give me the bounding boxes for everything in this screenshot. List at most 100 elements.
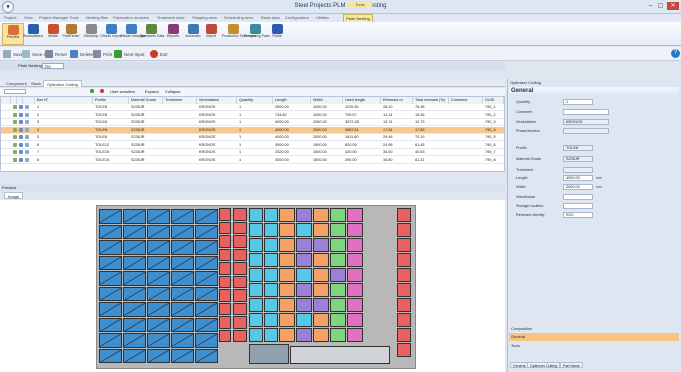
ribbon-button-10[interactable]: Import <box>200 23 222 45</box>
minimize-button[interactable]: – <box>646 2 655 10</box>
column-header[interactable]: Workstation <box>197 97 237 104</box>
ribbon-button-5[interactable]: Offcuts import <box>100 23 122 45</box>
field-input[interactable] <box>563 128 609 134</box>
menu-scheduling-area[interactable]: Scheduling area <box>224 15 253 20</box>
link-icon[interactable] <box>19 157 23 162</box>
collapse-button[interactable]: Collapse <box>165 89 181 94</box>
expand-icon[interactable] <box>25 157 29 162</box>
expand-icon[interactable] <box>25 105 29 109</box>
user-sensitive-button[interactable]: User sensitive <box>110 89 135 94</box>
tab-component[interactable]: Component <box>3 80 30 87</box>
ribbon-button-3[interactable]: PathFinder <box>60 23 82 45</box>
expand-icon[interactable] <box>25 112 29 117</box>
expand-icon[interactable] <box>25 120 29 124</box>
field-input[interactable] <box>563 203 593 209</box>
menu-configuration[interactable]: Configuration <box>285 15 309 20</box>
reset-button[interactable]: Reset <box>45 49 67 59</box>
tab-optimizer-cutting[interactable]: Optimizer Cutting <box>43 80 82 87</box>
remove-icon[interactable] <box>100 89 104 93</box>
ribbon-button-8[interactable]: Reports <box>162 23 184 45</box>
status-icon[interactable] <box>13 112 17 117</box>
column-header[interactable]: Used length <box>343 97 381 104</box>
next-input-button[interactable]: Next Input <box>114 49 145 59</box>
menu-shipping-area[interactable]: Shipping area <box>192 15 217 20</box>
table-row[interactable]: 8 TOLE15 S235JR KRONOS 1 3000.00 1500.00 290.00… <box>1 157 504 164</box>
expand-icon[interactable] <box>25 135 29 139</box>
link-icon[interactable] <box>19 150 23 154</box>
tab-general[interactable]: General <box>510 362 529 368</box>
tab-part-name[interactable]: Part Name <box>560 362 583 368</box>
exit-button[interactable]: Exit <box>150 49 168 59</box>
column-header[interactable]: Profile <box>93 97 129 104</box>
column-header[interactable]: GUID <box>483 97 504 104</box>
column-header[interactable]: Total remnant (%) <box>413 97 449 104</box>
composition-section[interactable]: Composition <box>509 326 679 332</box>
table-row[interactable]: 5 TOLE8 S235JR KRONOS 1 4000.00 2000.00 1611.60… <box>1 134 504 141</box>
column-header[interactable]: Quantity <box>237 97 273 104</box>
link-icon[interactable] <box>19 112 23 117</box>
save-button[interactable]: Save <box>3 49 23 59</box>
status-icon[interactable] <box>13 142 17 147</box>
add-icon[interactable] <box>90 89 94 93</box>
expand-icon[interactable] <box>25 127 29 132</box>
column-header[interactable]: Comment <box>449 97 483 104</box>
field-input[interactable]: 4000.00 <box>563 175 593 181</box>
column-header[interactable]: Treatment <box>163 97 197 104</box>
general-section-bar[interactable]: General <box>509 333 679 341</box>
column-header[interactable] <box>1 97 11 104</box>
expand-icon[interactable] <box>25 142 29 147</box>
menu-utilities[interactable]: Utilities <box>316 15 329 20</box>
field-input[interactable] <box>563 194 593 200</box>
table-row[interactable]: 4 TOLE8 S235JR KRONOS 1 4000.00 2000.00 3987.61… <box>1 126 504 134</box>
ribbon-button-1[interactable]: Workstations <box>22 23 44 45</box>
ribbon-button-13[interactable]: Fiddle <box>266 23 288 45</box>
tab-image[interactable]: Image <box>4 192 24 199</box>
status-icon[interactable] <box>13 157 17 162</box>
status-icon[interactable] <box>13 105 17 109</box>
print-button[interactable]: Print <box>93 49 112 59</box>
link-icon[interactable] <box>19 142 23 147</box>
close-button[interactable]: ✕ <box>667 2 679 10</box>
table-row[interactable]: 7 TOLE15 S235JR KRONOS 1 2320.00 1500.00 320.00… <box>1 149 504 156</box>
help-icon[interactable]: ? <box>671 49 680 58</box>
table-row[interactable]: 6 TOLE12 S235JR KRONOS 1 3000.00 1500.00 820.05… <box>1 142 504 149</box>
status-icon[interactable] <box>13 127 17 132</box>
link-icon[interactable] <box>19 135 23 139</box>
ribbon-button-0[interactable]: Preview <box>2 23 24 45</box>
field-input[interactable]: TOLE8 <box>563 145 593 151</box>
field-input[interactable]: SVC <box>563 212 593 218</box>
menu-project-manager-tools[interactable]: Project Manager Tools <box>39 15 79 20</box>
link-icon[interactable] <box>19 127 23 132</box>
ribbon-button-11[interactable]: Production Time input <box>222 23 256 45</box>
status-icon[interactable] <box>13 135 17 139</box>
ribbon-button-12[interactable]: Remaining Parts <box>244 23 270 45</box>
ribbon-button-4[interactable]: Start/stop <box>80 23 102 45</box>
table-row[interactable]: 2 TOLE8 S235JR KRONOS 1 734.82 2000.00 709.57 14… <box>1 112 504 119</box>
tools-section[interactable]: Tools <box>509 343 679 349</box>
menu-treatment-area[interactable]: Treatment Area <box>157 15 184 20</box>
field-input[interactable]: 1 <box>563 99 593 105</box>
table-row[interactable]: 1 TOLE8 S235JR KRONOS 1 2500.00 2000.00 1129.45… <box>1 104 504 111</box>
link-icon[interactable] <box>19 120 23 124</box>
menu-project[interactable]: Project <box>4 15 16 20</box>
column-header[interactable]: Length <box>273 97 311 104</box>
expand-button[interactable]: Expand <box>145 89 159 94</box>
field-input[interactable] <box>563 167 593 173</box>
menu-fabrication-modules[interactable]: Fabrication modules <box>113 15 149 20</box>
status-icon[interactable] <box>13 150 17 154</box>
delete-button[interactable]: Delete <box>70 49 93 59</box>
tab-optimizer-cutting-panel[interactable]: Optimizer Cutting <box>527 362 561 368</box>
status-icon[interactable] <box>13 120 17 124</box>
field-input[interactable]: S235JR <box>563 156 593 162</box>
column-header[interactable]: Width <box>311 97 343 104</box>
column-header[interactable]: Material Grade <box>129 97 163 104</box>
maximize-button[interactable]: ▢ <box>656 2 665 10</box>
menu-basic-data[interactable]: Basic data <box>261 15 280 20</box>
expand-icon[interactable] <box>25 150 29 154</box>
link-icon[interactable] <box>19 105 23 109</box>
menu-view[interactable]: View <box>24 15 33 20</box>
column-header[interactable]: Remnant m <box>381 97 413 104</box>
table-row[interactable]: 3 TOLE8 S235JR KRONOS 1 4000.00 2000.00 3972.28… <box>1 119 504 126</box>
column-header[interactable] <box>23 97 35 104</box>
field-input[interactable]: KRONOS <box>563 119 609 125</box>
